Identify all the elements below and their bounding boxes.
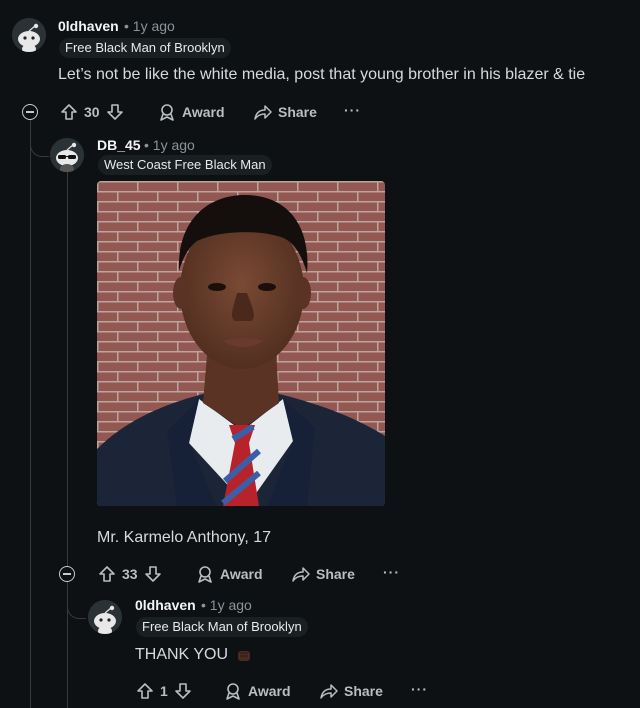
award-label: Award [220, 566, 263, 582]
comment-time: • 1y ago [144, 137, 195, 153]
username[interactable]: 0ldhaven [135, 597, 196, 613]
vote-bar: 33 [98, 565, 162, 583]
username[interactable]: DB_45 [97, 137, 141, 153]
separator-dot: • [201, 597, 206, 613]
share-icon [292, 567, 310, 582]
comment-text: Mr. Karmelo Anthony, 17 [97, 529, 272, 546]
thread-elbow-2 [67, 582, 86, 619]
comment-time: • 1y ago [201, 597, 252, 613]
more-options-button[interactable]: ··· [411, 681, 428, 697]
share-label: Share [278, 104, 317, 120]
fist-icon [238, 651, 251, 661]
avatar[interactable] [50, 138, 84, 172]
thread-line-reply[interactable] [67, 172, 68, 708]
timestamp[interactable]: 1y ago [133, 18, 175, 34]
award-button[interactable]: Award [224, 682, 291, 700]
avatar[interactable] [88, 600, 122, 634]
award-label: Award [248, 683, 291, 699]
comment-text-content: THANK YOU [135, 646, 229, 663]
vote-count: 33 [122, 566, 138, 582]
comment-time: • 1y ago [124, 18, 175, 34]
vote-count: 1 [160, 683, 168, 699]
separator-dot: • [124, 18, 129, 34]
award-icon [226, 683, 240, 700]
snoo-avatar-icon [12, 18, 46, 52]
upvote-icon[interactable] [136, 682, 154, 700]
downvote-icon[interactable] [106, 103, 124, 121]
thread-elbow-1 [30, 128, 49, 157]
timestamp[interactable]: 1y ago [210, 597, 252, 613]
portrait-photo [97, 181, 385, 506]
upvote-icon[interactable] [98, 565, 116, 583]
avatar[interactable] [12, 18, 46, 52]
award-icon [198, 566, 212, 583]
user-flair: West Coast Free Black Man [98, 155, 272, 175]
snoo-sunglasses-avatar-icon [50, 138, 84, 172]
share-button[interactable]: Share [254, 103, 317, 121]
collapse-thread-button[interactable] [22, 104, 38, 120]
vote-bar: 30 [60, 103, 124, 121]
snoo-avatar-icon [88, 600, 122, 634]
thread-line-top[interactable] [30, 120, 31, 708]
vote-count: 30 [84, 104, 100, 120]
share-label: Share [316, 566, 355, 582]
comment-text: THANK YOU [135, 646, 252, 664]
comment-text: Let’s not be like the white media, post … [58, 66, 586, 83]
share-icon [320, 684, 338, 699]
collapse-thread-button[interactable] [59, 566, 75, 582]
downvote-icon[interactable] [174, 682, 192, 700]
award-icon [160, 104, 174, 121]
share-label: Share [344, 683, 383, 699]
more-options-button[interactable]: ··· [383, 564, 400, 580]
comment-image[interactable] [97, 181, 385, 506]
award-button[interactable]: Award [158, 103, 225, 121]
more-options-button[interactable]: ··· [344, 102, 361, 118]
share-button[interactable]: Share [320, 682, 383, 700]
award-button[interactable]: Award [196, 565, 263, 583]
downvote-icon[interactable] [144, 565, 162, 583]
upvote-icon[interactable] [60, 103, 78, 121]
timestamp[interactable]: 1y ago [153, 137, 195, 153]
username[interactable]: 0ldhaven [58, 18, 119, 34]
share-icon [254, 105, 272, 120]
separator-dot: • [144, 137, 149, 153]
user-flair: Free Black Man of Brooklyn [59, 38, 231, 58]
vote-bar: 1 [136, 682, 192, 700]
user-flair: Free Black Man of Brooklyn [136, 617, 308, 637]
share-button[interactable]: Share [292, 565, 355, 583]
award-label: Award [182, 104, 225, 120]
